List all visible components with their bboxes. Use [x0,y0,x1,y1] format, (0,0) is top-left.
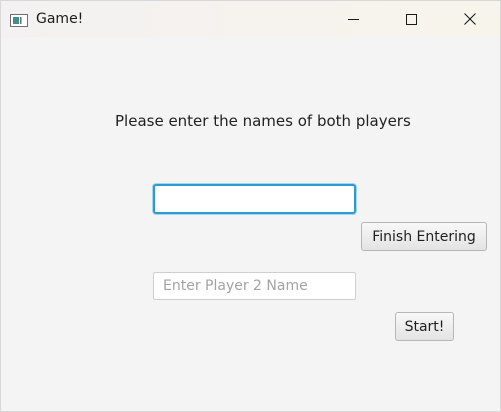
title-bar[interactable]: Game! [1,1,500,37]
game-window: Game! Please enter the names of both pla… [0,0,501,412]
maximize-icon [405,10,417,29]
window-title: Game! [36,11,84,27]
close-button[interactable] [447,1,493,37]
player2-name-input[interactable] [153,272,356,300]
start-button[interactable]: Start! [395,312,454,341]
player1-name-input[interactable] [153,184,356,214]
minimize-button[interactable] [330,1,376,37]
app-icon [10,12,28,27]
maximize-button[interactable] [388,1,434,37]
instruction-label: Please enter the names of both players [115,112,411,130]
finish-entering-button[interactable]: Finish Entering [361,222,487,251]
minimize-icon [347,10,359,29]
close-icon [464,10,476,29]
